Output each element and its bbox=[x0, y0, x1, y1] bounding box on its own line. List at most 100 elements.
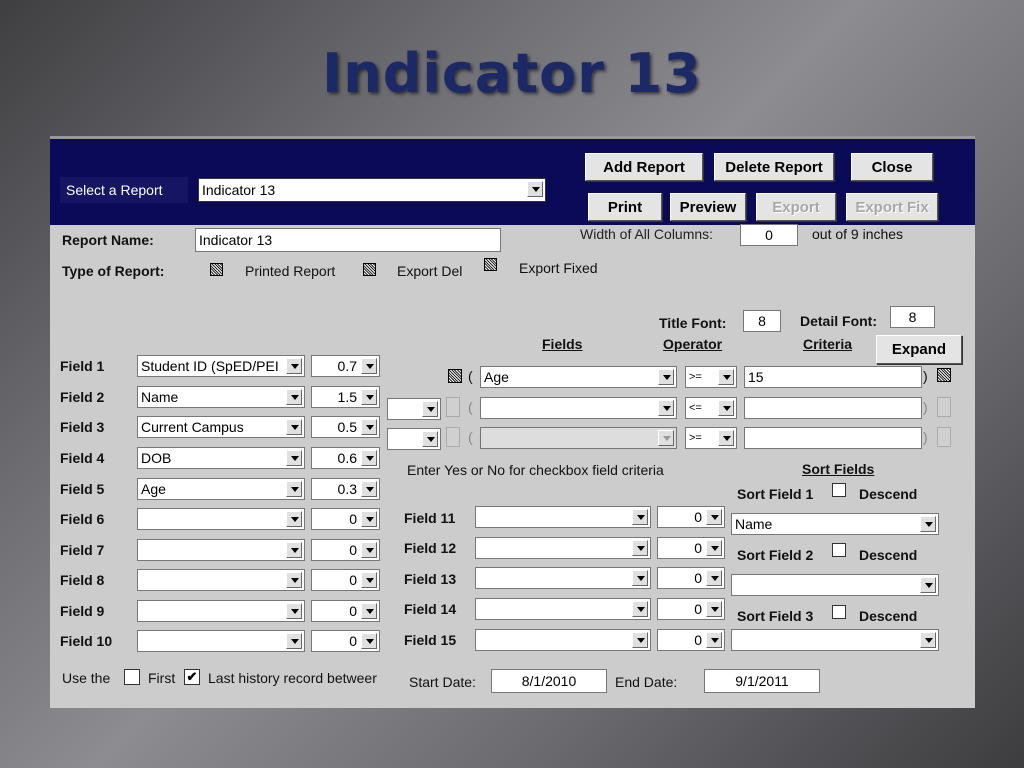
chevron-down-icon[interactable] bbox=[527, 181, 543, 197]
field-width-select[interactable]: 0 bbox=[657, 537, 725, 559]
chevron-down-icon[interactable] bbox=[286, 572, 302, 588]
chevron-down-icon[interactable] bbox=[361, 572, 377, 588]
last-history-checkbox[interactable]: ✔ bbox=[184, 669, 200, 685]
chevron-down-icon[interactable] bbox=[658, 430, 674, 446]
chevron-down-icon[interactable] bbox=[718, 400, 734, 416]
sort-field-1-descend-checkbox[interactable] bbox=[832, 483, 846, 497]
chevron-down-icon[interactable] bbox=[361, 603, 377, 619]
criteria-row-2-end-checkbox[interactable] bbox=[937, 397, 951, 417]
criteria-row-3-end-checkbox[interactable] bbox=[937, 427, 951, 447]
delete-report-button[interactable]: Delete Report bbox=[714, 153, 834, 181]
field-select[interactable] bbox=[137, 600, 305, 622]
field-width-select[interactable]: 0 bbox=[311, 630, 380, 652]
criteria-row-1-close-paren[interactable]: ) bbox=[923, 368, 928, 384]
export-del-radio[interactable] bbox=[363, 263, 376, 276]
chevron-down-icon[interactable] bbox=[920, 516, 936, 532]
field-select[interactable]: Age bbox=[137, 478, 305, 500]
criteria-row-2-checkbox[interactable] bbox=[446, 397, 460, 417]
chevron-down-icon[interactable] bbox=[632, 570, 648, 586]
chevron-down-icon[interactable] bbox=[361, 419, 377, 435]
field-select[interactable] bbox=[137, 508, 305, 530]
chevron-down-icon[interactable] bbox=[632, 509, 648, 525]
start-date-input[interactable]: 8/1/2010 bbox=[491, 669, 607, 693]
field-select[interactable] bbox=[475, 629, 651, 651]
chevron-down-icon[interactable] bbox=[706, 509, 722, 525]
field-select[interactable]: Current Campus bbox=[137, 416, 305, 438]
field-width-select[interactable]: 0 bbox=[657, 598, 725, 620]
field-width-select[interactable]: 1.5 bbox=[311, 386, 380, 408]
field-width-select[interactable]: 0.6 bbox=[311, 447, 380, 469]
field-width-select[interactable]: 0 bbox=[657, 506, 725, 528]
criteria-row-3-field[interactable] bbox=[480, 427, 677, 449]
chevron-down-icon[interactable] bbox=[422, 401, 438, 417]
chevron-down-icon[interactable] bbox=[920, 632, 936, 648]
field-width-select[interactable]: 0 bbox=[311, 569, 380, 591]
criteria-row-2-field[interactable] bbox=[480, 397, 677, 419]
criteria-row-3-checkbox[interactable] bbox=[446, 427, 460, 447]
field-width-select[interactable]: 0 bbox=[311, 539, 380, 561]
sort-field-3-descend-checkbox[interactable] bbox=[832, 605, 846, 619]
sort-field-1-select[interactable]: Name bbox=[731, 513, 939, 535]
chevron-down-icon[interactable] bbox=[632, 540, 648, 556]
criteria-row-3-operator[interactable]: >= bbox=[685, 427, 737, 449]
criteria-row-2-open-paren[interactable]: ( bbox=[468, 399, 473, 415]
chevron-down-icon[interactable] bbox=[361, 481, 377, 497]
chevron-down-icon[interactable] bbox=[286, 389, 302, 405]
chevron-down-icon[interactable] bbox=[286, 450, 302, 466]
chevron-down-icon[interactable] bbox=[658, 400, 674, 416]
criteria-row-3-close-paren[interactable]: ) bbox=[923, 429, 928, 445]
export-fix-button[interactable]: Export Fix bbox=[846, 193, 938, 221]
chevron-down-icon[interactable] bbox=[361, 389, 377, 405]
chevron-down-icon[interactable] bbox=[286, 542, 302, 558]
chevron-down-icon[interactable] bbox=[286, 481, 302, 497]
criteria-row-3-value[interactable] bbox=[744, 427, 922, 449]
field-select[interactable]: Name bbox=[137, 386, 305, 408]
chevron-down-icon[interactable] bbox=[920, 577, 936, 593]
print-button[interactable]: Print bbox=[588, 193, 662, 221]
chevron-down-icon[interactable] bbox=[706, 540, 722, 556]
criteria-row-2-operator[interactable]: <= bbox=[685, 397, 737, 419]
chevron-down-icon[interactable] bbox=[718, 369, 734, 385]
add-report-button[interactable]: Add Report bbox=[585, 153, 703, 181]
criteria-row-1-open-paren[interactable]: ( bbox=[468, 368, 473, 384]
chevron-down-icon[interactable] bbox=[286, 419, 302, 435]
title-font-input[interactable]: 8 bbox=[743, 310, 781, 332]
field-select[interactable] bbox=[137, 569, 305, 591]
chevron-down-icon[interactable] bbox=[361, 542, 377, 558]
field-select[interactable]: DOB bbox=[137, 447, 305, 469]
field-width-select[interactable]: 0.5 bbox=[311, 416, 380, 438]
close-button[interactable]: Close bbox=[851, 153, 933, 181]
chevron-down-icon[interactable] bbox=[286, 633, 302, 649]
chevron-down-icon[interactable] bbox=[361, 633, 377, 649]
chevron-down-icon[interactable] bbox=[361, 450, 377, 466]
chevron-down-icon[interactable] bbox=[706, 632, 722, 648]
field-select[interactable] bbox=[475, 506, 651, 528]
chevron-down-icon[interactable] bbox=[718, 430, 734, 446]
chevron-down-icon[interactable] bbox=[706, 570, 722, 586]
field-width-select[interactable]: 0 bbox=[311, 600, 380, 622]
criteria-row-2-conjunction[interactable] bbox=[387, 398, 441, 420]
field-select[interactable] bbox=[475, 598, 651, 620]
sort-field-3-select[interactable] bbox=[731, 629, 939, 651]
select-report-dropdown[interactable]: Indicator 13 bbox=[198, 178, 546, 202]
field-select[interactable]: Student ID (SpED/PEI bbox=[137, 355, 305, 377]
end-date-input[interactable]: 9/1/2011 bbox=[704, 669, 820, 693]
preview-button[interactable]: Preview bbox=[670, 193, 746, 221]
field-select[interactable] bbox=[475, 567, 651, 589]
chevron-down-icon[interactable] bbox=[286, 511, 302, 527]
chevron-down-icon[interactable] bbox=[286, 603, 302, 619]
chevron-down-icon[interactable] bbox=[361, 358, 377, 374]
chevron-down-icon[interactable] bbox=[658, 369, 674, 385]
chevron-down-icon[interactable] bbox=[632, 601, 648, 617]
field-width-select[interactable]: 0 bbox=[657, 629, 725, 651]
criteria-row-3-conjunction[interactable] bbox=[387, 428, 441, 450]
field-select[interactable] bbox=[475, 537, 651, 559]
criteria-row-1-value[interactable]: 15 bbox=[744, 366, 922, 388]
expand-button[interactable]: Expand bbox=[876, 335, 962, 364]
export-fixed-radio[interactable] bbox=[484, 258, 497, 271]
criteria-row-1-field[interactable]: Age bbox=[480, 366, 677, 388]
field-width-select[interactable]: 0.7 bbox=[311, 355, 380, 377]
chevron-down-icon[interactable] bbox=[361, 511, 377, 527]
sort-field-2-descend-checkbox[interactable] bbox=[832, 543, 846, 557]
field-select[interactable] bbox=[137, 630, 305, 652]
